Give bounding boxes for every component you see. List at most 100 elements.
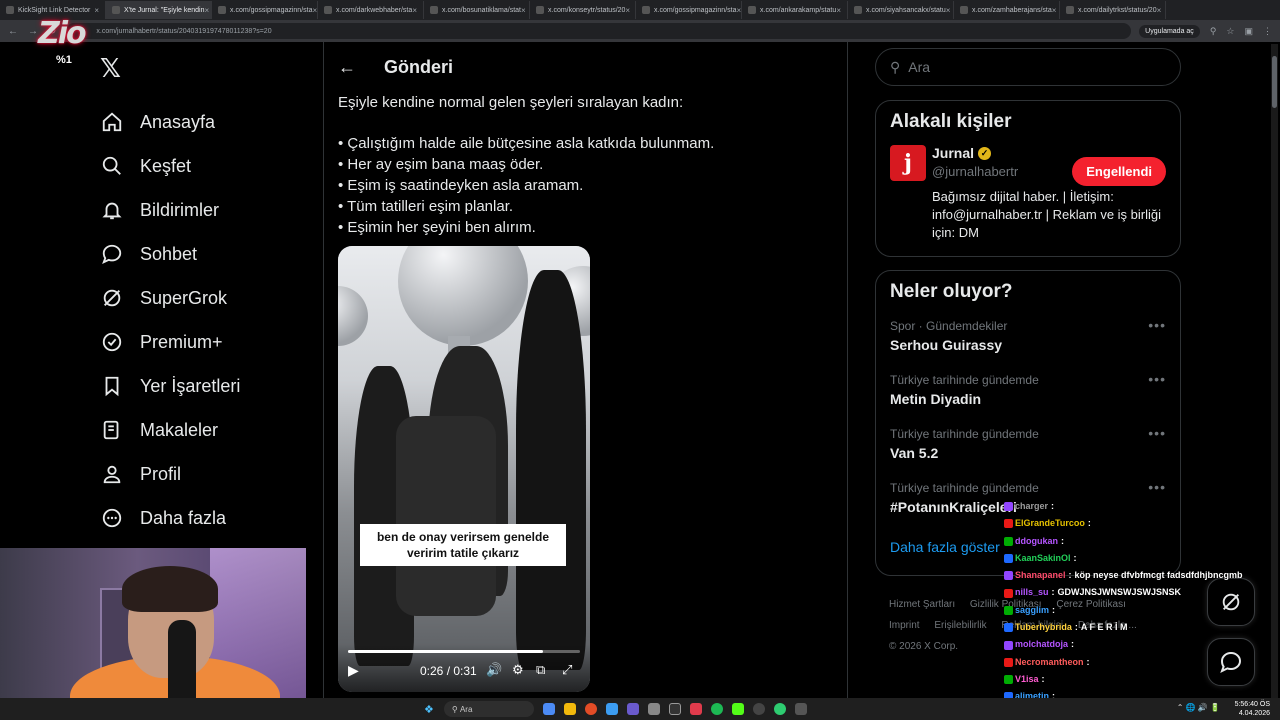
chat-username[interactable]: nills_su [1015, 584, 1049, 601]
fullscreen-icon[interactable]: ⤢ [562, 662, 572, 678]
taskbar-app-icon[interactable] [584, 703, 597, 715]
trend-item[interactable]: Spor · Gündemdekiler Serhou Guirassy ••• [876, 313, 1180, 367]
tab-close-icon[interactable]: × [94, 6, 99, 15]
related-name[interactable]: Jurnal [932, 145, 974, 161]
nav-item-bell[interactable]: Bildirimler [96, 188, 316, 232]
picture-in-picture-icon[interactable]: ⧉ [536, 662, 545, 678]
tab-favicon-icon [112, 6, 120, 14]
tab-close-icon[interactable]: × [736, 6, 741, 15]
taskbar-app-icon[interactable] [710, 703, 723, 715]
menu-dots-icon[interactable]: ⋮ [1263, 26, 1272, 37]
browser-tab[interactable]: x.com/darkwebhaber/sta × [318, 1, 424, 19]
nav-item-grok[interactable]: SuperGrok [96, 276, 316, 320]
taskbar-app-icon[interactable] [773, 703, 786, 715]
avatar[interactable]: j [890, 145, 926, 181]
chat-badge-icon [1004, 536, 1013, 546]
browser-tab[interactable]: X'te Jurnal: "Eşiyle kendin × [106, 1, 212, 19]
settings-icon[interactable]: ⚙ [512, 662, 524, 678]
tab-close-icon[interactable]: × [312, 6, 317, 15]
clock-date: 4.04.2026 [1238, 710, 1270, 717]
chat-username[interactable]: ElGrandeTurcoo [1015, 515, 1085, 532]
play-icon[interactable]: ▶ [348, 662, 359, 679]
chat-colon: : [1086, 656, 1090, 667]
nav-item-verified[interactable]: Premium+ [96, 320, 316, 364]
chat-username[interactable]: V1isa [1015, 671, 1039, 688]
video-player[interactable]: ben de onay verirsem genelde veririm tat… [338, 246, 590, 692]
scrollbar-thumb[interactable] [1272, 56, 1277, 108]
chat-username[interactable]: KaanSakinOl [1015, 550, 1071, 567]
system-tray-icons[interactable]: ⌃ 🌐 🔊 🔋 [1177, 703, 1220, 712]
page-scrollbar[interactable] [1271, 44, 1278, 704]
trend-item[interactable]: Türkiye tarihinde gündemde Metin Diyadin •… [876, 367, 1180, 421]
taskbar-app-icon[interactable] [731, 703, 744, 715]
tab-close-icon[interactable]: × [1157, 6, 1162, 15]
x-logo-icon[interactable]: 𝕏 [100, 54, 316, 84]
windows-start-icon[interactable]: ❖ [424, 703, 434, 716]
taskbar-app-icon[interactable] [752, 703, 765, 715]
browser-tab[interactable]: x.com/zamhaberajans/sta × [954, 1, 1060, 19]
nav-item-label: Anasayfa [140, 111, 216, 132]
browser-tab[interactable]: x.com/ankarakamp/statu × [742, 1, 848, 19]
nav-item-more[interactable]: Daha fazla [96, 496, 316, 540]
nav-item-article[interactable]: Makaleler [96, 408, 316, 452]
url-field[interactable]: x.com/jurnalhabertr/status/2040319197478… [66, 23, 1132, 39]
tab-close-icon[interactable]: × [1052, 6, 1057, 15]
footer-link[interactable]: Hizmet Şartları [889, 599, 955, 610]
chat-username[interactable]: Tuberhybrida [1015, 619, 1072, 636]
tab-close-icon[interactable]: × [204, 6, 209, 15]
taskbar-app-icon[interactable] [794, 703, 807, 715]
taskbar-app-icon[interactable] [605, 703, 618, 715]
search-box[interactable]: ⚲ [875, 48, 1181, 86]
browser-back-icon[interactable]: ← [8, 26, 18, 37]
trend-item[interactable]: Türkiye tarihinde gündemde Van 5.2 ••• [876, 421, 1180, 475]
more-options-icon[interactable]: ••• [1148, 371, 1166, 387]
tab-close-icon[interactable]: × [946, 6, 951, 15]
browser-tab[interactable]: x.com/dailytrkst/status/20 × [1060, 1, 1166, 19]
zoom-icon[interactable]: ⚲ [1210, 26, 1217, 37]
related-person[interactable]: j Jurnal ✓ @jurnalhabertr Bağımsız dijita… [876, 133, 1180, 254]
taskbar-app-icon[interactable] [563, 703, 576, 715]
more-options-icon[interactable]: ••• [1148, 479, 1166, 495]
tab-close-icon[interactable]: × [625, 6, 630, 15]
nav-item-home[interactable]: Anasayfa [96, 100, 316, 144]
browser-tab[interactable]: x.com/bosunatiklama/stat × [424, 1, 530, 19]
taskbar-app-icon[interactable] [626, 703, 639, 715]
nav-item-bookmark[interactable]: Yer İşaretleri [96, 364, 316, 408]
taskbar-app-icon[interactable] [668, 703, 681, 715]
nav-item-profile[interactable]: Profil [96, 452, 316, 496]
taskbar-search[interactable]: ⚲ Ara [443, 701, 534, 717]
chat-username[interactable]: sagglim [1015, 602, 1049, 619]
more-options-icon[interactable]: ••• [1148, 317, 1166, 333]
volume-icon[interactable]: 🔊 [486, 662, 502, 678]
chat-username[interactable]: ddogukan [1015, 533, 1058, 550]
back-arrow-icon[interactable]: ← [338, 57, 356, 78]
browser-tab[interactable]: x.com/konseytr/status/20 × [530, 1, 636, 19]
open-in-app-button[interactable]: Uygulamada aç [1139, 24, 1200, 38]
browser-tab[interactable]: x.com/gossipmagazinn/sta × [636, 1, 742, 19]
blocked-button[interactable]: Engellendi [1072, 157, 1166, 186]
video-progress-bar[interactable] [348, 650, 580, 653]
tab-close-icon[interactable]: × [412, 6, 417, 15]
chat-username[interactable]: charger [1015, 498, 1048, 515]
bookmark-star-icon[interactable]: ☆ [1226, 26, 1234, 37]
more-options-icon[interactable]: ••• [1148, 425, 1166, 441]
chat-username[interactable]: molchatdoja [1015, 636, 1068, 653]
chat-username[interactable]: Shanapanel [1015, 567, 1066, 584]
extensions-icon[interactable]: ▣ [1244, 26, 1253, 37]
nav-item-search[interactable]: Keşfet [96, 144, 316, 188]
browser-tab[interactable]: x.com/siyahsancakx/statu × [848, 1, 954, 19]
tab-close-icon[interactable]: × [521, 6, 526, 15]
browser-forward-icon[interactable]: → [28, 26, 38, 37]
chat-username[interactable]: Necromantheon [1015, 654, 1084, 671]
tab-close-icon[interactable]: × [836, 6, 841, 15]
search-input[interactable] [908, 59, 1149, 75]
footer-link[interactable]: Imprint [889, 620, 920, 631]
browser-tab[interactable]: x.com/gossipmagazinn/sta × [212, 1, 318, 19]
taskbar-app-icon[interactable] [542, 703, 555, 715]
nav-item-chat[interactable]: Sohbet [96, 232, 316, 276]
taskbar-app-icon[interactable] [647, 703, 660, 715]
footer-link[interactable]: Erişilebilirlik [934, 620, 986, 631]
taskbar-app-icon[interactable] [689, 703, 702, 715]
taskbar-clock[interactable]: 5:56:40 ÖS 4.04.2026 [1235, 700, 1270, 718]
tab-label: x.com/dailytrkst/status/20 [1078, 6, 1157, 14]
